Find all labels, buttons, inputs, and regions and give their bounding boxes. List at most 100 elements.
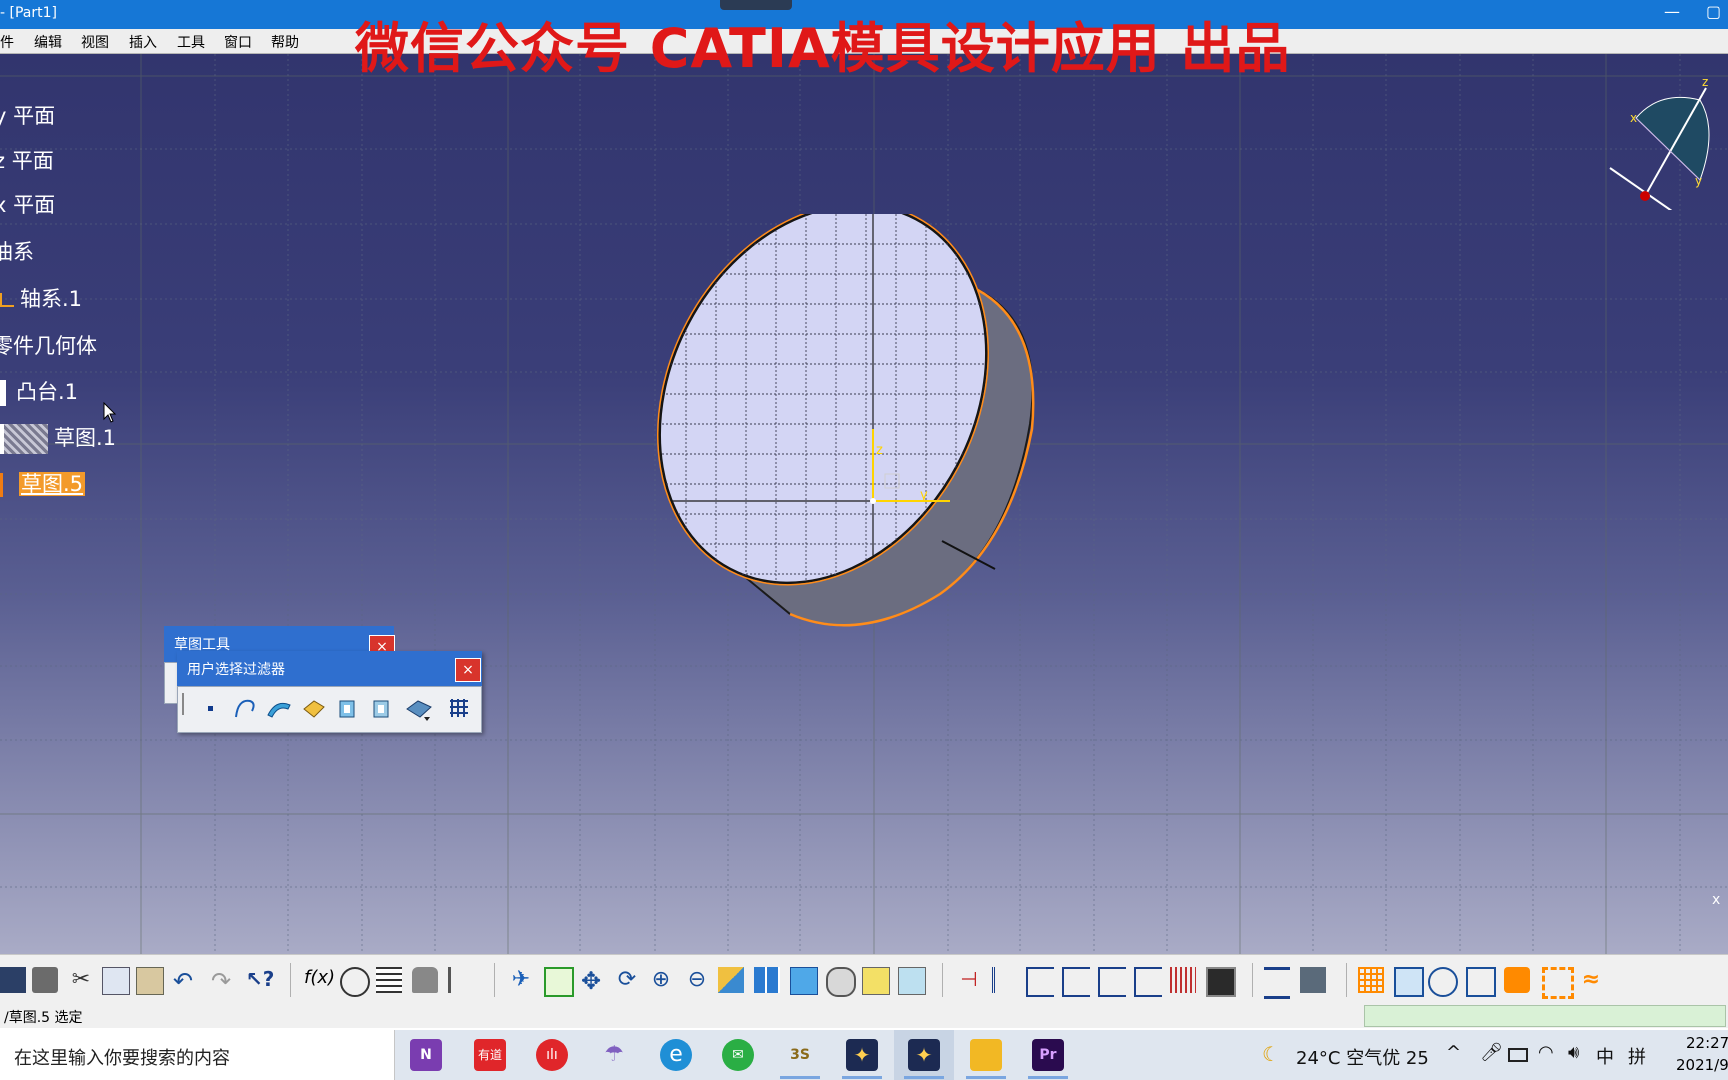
tree-item-pad-1[interactable]: 凸台.1: [0, 376, 78, 406]
wifi-icon[interactable]: ◠: [1538, 1042, 1554, 1063]
user-selection-filter-toolbar[interactable]: 用户选择过滤器 ×: [177, 651, 482, 733]
part-model[interactable]: z y: [650, 214, 1070, 654]
multi-view-icon[interactable]: [754, 967, 780, 993]
curvature-icon[interactable]: [1170, 967, 1196, 993]
music-icon[interactable]: ılı: [536, 1039, 568, 1071]
ime-indicator[interactable]: 中: [1596, 1043, 1614, 1069]
copy-icon[interactable]: [102, 967, 130, 995]
volume-filter-icon[interactable]: [300, 695, 326, 721]
redo-icon[interactable]: ↷: [208, 967, 234, 995]
analysis-2-icon[interactable]: [1062, 967, 1090, 997]
3ds-icon[interactable]: 3S: [784, 1039, 816, 1071]
snap-icon[interactable]: [1394, 967, 1424, 997]
feature-element-filter-icon[interactable]: [334, 695, 360, 721]
clock-date[interactable]: 2021/9: [1676, 1056, 1728, 1074]
minimize-button[interactable]: —: [1664, 2, 1680, 21]
filter-close-button[interactable]: ×: [455, 658, 481, 682]
tree-item-sketch-5[interactable]: 草图.5: [0, 468, 86, 498]
geometrical-element-filter-icon[interactable]: [368, 695, 394, 721]
menu-insert[interactable]: 插入: [129, 32, 157, 52]
filter-titlebar[interactable]: 用户选择过滤器: [177, 651, 482, 686]
point-filter-icon[interactable]: [208, 706, 213, 711]
menu-edit[interactable]: 编辑: [34, 32, 62, 52]
normal-view-icon[interactable]: [718, 967, 744, 993]
comment-icon[interactable]: [340, 967, 370, 997]
tree-item-zx-plane[interactable]: x 平面: [0, 189, 55, 219]
measure-icon[interactable]: [1264, 967, 1290, 999]
constraint-2-icon[interactable]: [1542, 967, 1574, 999]
hide-show-icon[interactable]: [862, 967, 890, 995]
undo-icon[interactable]: ↶: [170, 967, 196, 995]
tree-item-yz-plane[interactable]: z 平面: [0, 145, 54, 175]
table-icon[interactable]: [376, 967, 402, 993]
ime-mode-indicator[interactable]: 拼: [1628, 1043, 1646, 1069]
tree-item-sketch-1[interactable]: 草图.1: [0, 422, 116, 454]
wechat-icon[interactable]: ✉: [722, 1039, 754, 1071]
fix-icon[interactable]: ≈: [1578, 967, 1604, 993]
menu-file[interactable]: 件: [0, 32, 14, 52]
catalog-icon[interactable]: [448, 967, 477, 993]
curve-filter-icon[interactable]: [232, 695, 258, 721]
quick-select-grid-icon[interactable]: [446, 695, 472, 721]
weather-text[interactable]: 24°C 空气优 25: [1296, 1044, 1429, 1070]
fly-mode-icon[interactable]: ✈: [508, 967, 534, 993]
parachute-icon[interactable]: ☂: [598, 1039, 630, 1071]
command-input[interactable]: [1364, 1005, 1726, 1027]
premiere-icon[interactable]: Pr: [1032, 1039, 1064, 1071]
catia-icon-2[interactable]: ✦: [908, 1039, 940, 1071]
formula-icon[interactable]: f(x): [304, 967, 335, 993]
tree-item-xy-plane[interactable]: y 平面: [0, 100, 55, 130]
taskbar-search-box[interactable]: 在这里输入你要搜索的内容: [0, 1030, 395, 1080]
analysis-3-icon[interactable]: [1098, 967, 1126, 997]
rotate-icon[interactable]: ⟳: [614, 967, 640, 993]
analysis-4-icon[interactable]: [1134, 967, 1162, 997]
iso-view-icon[interactable]: [790, 967, 818, 995]
show-hidden-icons[interactable]: ^: [1446, 1042, 1461, 1063]
constraint-icon[interactable]: ⊣: [956, 967, 982, 993]
zoom-out-icon[interactable]: ⊖: [684, 967, 710, 993]
parameter-icon[interactable]: [1206, 967, 1236, 997]
clock-time[interactable]: 22:27: [1686, 1034, 1728, 1052]
battery-icon[interactable]: [1508, 1048, 1528, 1062]
compass-icon[interactable]: x y z: [1600, 70, 1710, 210]
3d-viewport[interactable]: z y x y z x: [0, 54, 1728, 954]
dimension-icon[interactable]: [992, 967, 1021, 993]
pan-icon[interactable]: ✥: [578, 967, 604, 995]
inertia-icon[interactable]: [1300, 967, 1326, 993]
menu-view[interactable]: 视图: [81, 32, 109, 52]
analysis-icon[interactable]: [1026, 967, 1054, 997]
paste-icon[interactable]: [136, 967, 164, 995]
whats-this-icon[interactable]: ↖?: [246, 967, 274, 993]
tree-item-axis-systems[interactable]: 油系: [0, 236, 34, 266]
render-style-icon[interactable]: [826, 967, 856, 997]
tree-item-axis-system-1[interactable]: 轴系.1: [0, 283, 82, 313]
sketch-tools-icon[interactable]: [1466, 967, 1496, 997]
surface-filter-icon[interactable]: [266, 695, 292, 721]
corner-axis-label: x: [1712, 892, 1721, 908]
transform-icon[interactable]: [1504, 967, 1530, 993]
fit-all-icon[interactable]: [544, 967, 574, 997]
catia-icon-1[interactable]: ✦: [846, 1039, 878, 1071]
tree-item-part-body[interactable]: 零件几何体: [0, 330, 97, 360]
intersection-icon[interactable]: [404, 695, 434, 723]
folder-icon[interactable]: ▬: [970, 1039, 1002, 1071]
toolbar-handle[interactable]: [182, 693, 184, 715]
swap-visible-icon[interactable]: [898, 967, 926, 995]
maximize-button[interactable]: ▢: [1706, 2, 1721, 21]
youdao-icon[interactable]: 有道: [474, 1039, 506, 1071]
sketch-icon[interactable]: [1428, 967, 1458, 997]
lock-icon[interactable]: [412, 967, 438, 993]
edge-icon[interactable]: e: [660, 1039, 692, 1071]
zoom-in-icon[interactable]: ⊕: [648, 967, 674, 993]
cut-icon[interactable]: ✂: [68, 967, 94, 993]
menu-window[interactable]: 窗口: [224, 32, 252, 52]
microphone-icon[interactable]: 🎤︎: [1480, 1042, 1503, 1063]
print-icon[interactable]: [32, 967, 58, 993]
grid-icon[interactable]: [1358, 967, 1384, 993]
save-icon[interactable]: [0, 967, 26, 993]
app-running-indicator: [966, 1076, 1006, 1079]
menu-help[interactable]: 帮助: [271, 32, 299, 52]
onenote-icon[interactable]: N: [410, 1039, 442, 1071]
menu-tools[interactable]: 工具: [177, 32, 205, 52]
volume-icon[interactable]: 🔊︎: [1568, 1042, 1579, 1063]
